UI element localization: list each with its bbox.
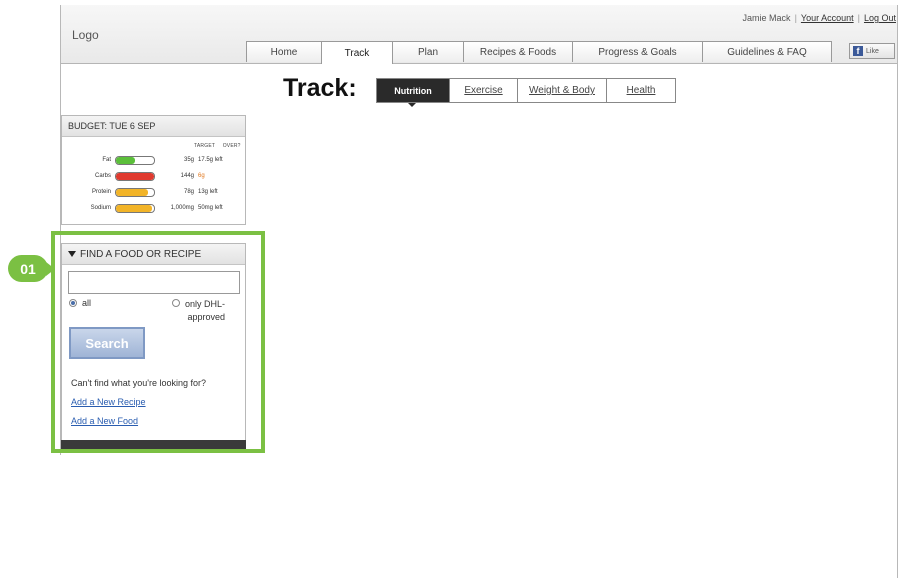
annotation-badge-pointer xyxy=(46,262,55,276)
track-sub-tabs: Nutrition Exercise Weight & Body Health xyxy=(376,78,676,103)
page-frame-right xyxy=(897,5,898,578)
page-title: Track: xyxy=(283,74,357,102)
nutrient-label: Protein xyxy=(91,189,111,195)
nutrient-target: 35g xyxy=(183,157,194,163)
like-label: Like xyxy=(866,47,879,55)
logo[interactable]: Logo xyxy=(72,28,99,42)
nav-tab-plan[interactable]: Plan xyxy=(392,41,464,62)
budget-column-headers: TARGET OVER? xyxy=(194,143,247,149)
nav-tab-progress-goals[interactable]: Progress & Goals xyxy=(572,41,703,62)
nutrient-label: Carbs xyxy=(94,173,111,179)
active-tab-pointer xyxy=(408,103,416,107)
user-bar: Jamie Mack | Your Account | Log Out xyxy=(650,13,896,23)
nutrient-target: 78g xyxy=(183,189,194,195)
sub-tab-nutrition[interactable]: Nutrition xyxy=(376,78,450,103)
nutrient-status: 13g left xyxy=(198,189,218,195)
annotation-badge: 01 xyxy=(8,255,48,282)
nutrient-label: Sodium xyxy=(90,205,111,211)
nav-tab-guidelines-faq[interactable]: Guidelines & FAQ xyxy=(702,41,832,62)
nutrient-status: 17.5g left xyxy=(198,157,223,163)
sub-tab-health[interactable]: Health xyxy=(606,78,676,103)
budget-row-carbs: Carbs 144g 6g xyxy=(62,171,245,183)
nav-tab-track[interactable]: Track xyxy=(321,41,393,64)
nutrient-label: Fat xyxy=(102,157,111,163)
budget-heading: BUDGET: TUE 6 SEP xyxy=(62,116,245,137)
budget-row-fat: Fat 35g 17.5g left xyxy=(62,155,245,167)
sub-tab-weight-body[interactable]: Weight & Body xyxy=(517,78,607,103)
sub-tab-exercise[interactable]: Exercise xyxy=(449,78,518,103)
main-nav: Home Track Plan Recipes & Foods Progress… xyxy=(246,41,832,64)
your-account-link[interactable]: Your Account xyxy=(801,13,854,23)
budget-row-sodium: Sodium 1,000mg 50mg left xyxy=(62,203,245,215)
over-column-header: OVER? xyxy=(222,143,241,149)
nutrient-status: 6g xyxy=(198,173,205,179)
budget-row-protein: Protein 78g 13g left xyxy=(62,187,245,199)
nutrient-target: 144g xyxy=(180,173,194,179)
nav-tab-recipes-foods[interactable]: Recipes & Foods xyxy=(463,41,573,62)
facebook-like-button[interactable]: f Like xyxy=(849,43,895,59)
nutrient-bar xyxy=(115,172,155,181)
annotation-highlight-box xyxy=(51,231,265,453)
user-name: Jamie Mack xyxy=(742,13,791,23)
nutrient-bar xyxy=(115,156,155,165)
nutrient-target: 1,000mg xyxy=(170,205,194,211)
nutrient-bar xyxy=(115,204,155,213)
target-column-header: TARGET xyxy=(194,143,216,149)
nav-tab-home[interactable]: Home xyxy=(246,41,322,62)
separator: | xyxy=(857,13,860,23)
nutrient-bar-fill xyxy=(116,189,149,196)
nutrient-bar-fill xyxy=(116,205,153,212)
budget-panel: BUDGET: TUE 6 SEP TARGET OVER? Fat 35g 1… xyxy=(61,115,246,225)
nutrient-bar xyxy=(115,188,155,197)
nutrient-bar-fill xyxy=(116,157,135,164)
facebook-icon: f xyxy=(853,46,863,56)
nutrient-status: 50mg left xyxy=(198,205,223,211)
log-out-link[interactable]: Log Out xyxy=(864,13,896,23)
nutrient-bar-fill xyxy=(116,173,154,180)
separator: | xyxy=(794,13,797,23)
